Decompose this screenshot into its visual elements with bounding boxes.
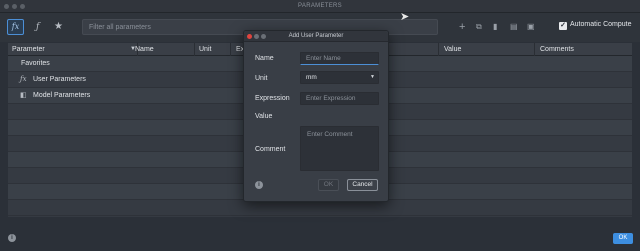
fx-icon: ƒx (20, 75, 27, 83)
info-icon[interactable]: i (255, 181, 263, 189)
column-header-unit[interactable]: Unit (199, 46, 211, 53)
unit-value: mm (306, 74, 317, 81)
export-icon[interactable]: ▤ (510, 20, 518, 34)
dialog-ok-button[interactable]: OK (318, 179, 339, 191)
row-label: Favorites (21, 60, 50, 67)
copy-icon[interactable]: ⧉ (476, 20, 482, 34)
window-title: PARAMETERS (298, 3, 342, 9)
row-label: User Parameters (33, 76, 86, 83)
column-header-name[interactable]: Name (135, 46, 154, 53)
dialog-cancel-button[interactable]: Cancel (347, 179, 378, 191)
window-titlebar: PARAMETERS (0, 0, 640, 13)
bottom-bar (0, 226, 640, 251)
column-divider[interactable] (534, 43, 535, 56)
column-divider[interactable] (438, 43, 439, 56)
fx-icon[interactable]: fx (7, 19, 24, 35)
unit-select[interactable]: mm ▼ (300, 71, 379, 84)
add-user-parameter-dialog: Add User Parameter Name Enter Name Unit … (243, 30, 389, 202)
dialog-title: Add User Parameter (288, 33, 344, 39)
mouse-cursor-icon: ➤ (400, 11, 410, 23)
name-field[interactable]: Enter Name (300, 52, 379, 65)
expression-field[interactable]: Enter Expression (300, 92, 379, 105)
star-icon[interactable]: ★ (54, 20, 63, 34)
comment-label: Comment (255, 146, 286, 153)
ok-button[interactable]: OK (613, 233, 633, 244)
unit-label: Unit (255, 75, 268, 82)
chevron-down-icon: ▼ (370, 74, 375, 80)
table-row (8, 200, 632, 216)
column-header-value[interactable]: Value (444, 46, 461, 53)
name-label: Name (255, 55, 274, 62)
column-header-parameter[interactable]: Parameter (12, 46, 45, 53)
filter-fx-icon[interactable]: ƒ (36, 20, 39, 34)
comment-field[interactable]: Enter Comment (300, 126, 379, 171)
auto-compute-label: Automatic Compute (570, 21, 632, 28)
import-icon[interactable]: ▣ (527, 20, 535, 34)
add-icon[interactable]: + (459, 20, 465, 34)
value-label: Value (255, 113, 273, 120)
cube-icon: ◧ (20, 92, 27, 99)
info-icon[interactable]: i (8, 234, 16, 242)
delete-icon[interactable]: ▮ (493, 20, 497, 34)
column-divider[interactable] (194, 43, 195, 56)
expression-label: Expression (255, 95, 290, 102)
dialog-titlebar: Add User Parameter (244, 31, 388, 42)
column-header-comments[interactable]: Comments (540, 46, 574, 53)
row-label: Model Parameters (33, 92, 91, 99)
auto-compute-checkbox[interactable]: ✓ (559, 22, 567, 30)
column-divider[interactable] (230, 43, 231, 56)
